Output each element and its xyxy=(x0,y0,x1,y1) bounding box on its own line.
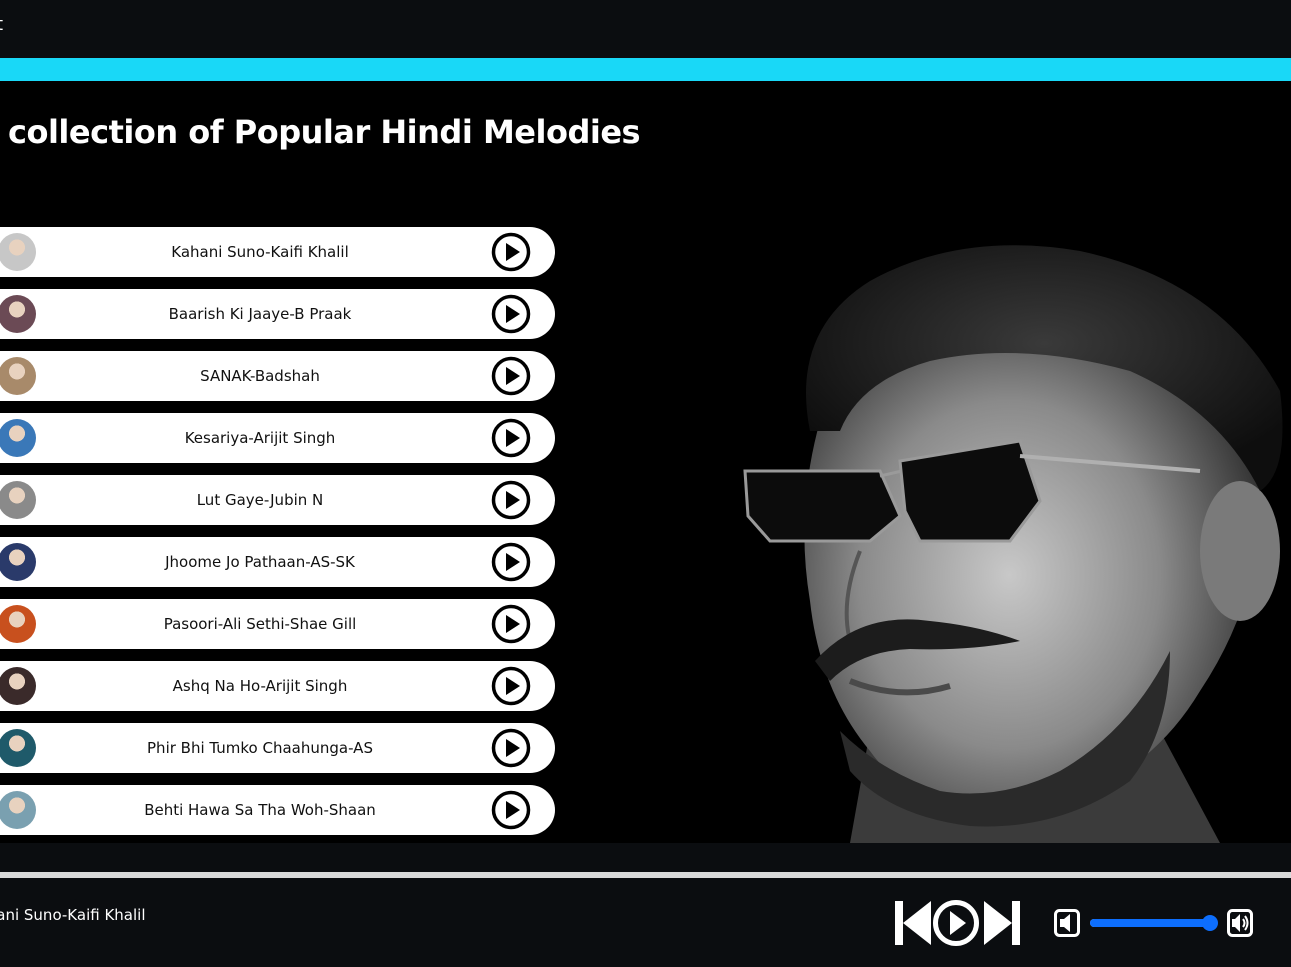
song-name: Baarish Ki Jaaye-B Praak xyxy=(168,305,352,323)
song-item[interactable]: Jhoome Jo Pathaan-AS-SK xyxy=(0,537,555,587)
song-avatar xyxy=(0,543,36,581)
song-avatar xyxy=(0,667,36,705)
play-circle-icon[interactable] xyxy=(491,356,531,396)
play-circle-icon[interactable] xyxy=(491,790,531,830)
song-item[interactable]: Lut Gaye-Jubin N xyxy=(0,475,555,525)
navbar-brand[interactable]: t xyxy=(0,14,3,35)
volume-thumb[interactable] xyxy=(1201,915,1218,931)
skip-next-icon[interactable] xyxy=(984,901,1020,945)
now-playing-title: Kahani Suno-Kaifi Khalil xyxy=(0,906,146,924)
main-content: collection of Popular Hindi Melodies Kah… xyxy=(0,81,1291,843)
song-item[interactable]: Ashq Na Ho-Arijit Singh xyxy=(0,661,555,711)
song-avatar xyxy=(0,729,36,767)
song-name: Jhoome Jo Pathaan-AS-SK xyxy=(165,553,355,571)
song-name: SANAK-Badshah xyxy=(200,367,320,385)
play-circle-icon[interactable] xyxy=(491,294,531,334)
song-item[interactable]: Phir Bhi Tumko Chaahunga-AS xyxy=(0,723,555,773)
song-name: Behti Hawa Sa Tha Woh-Shaan xyxy=(144,801,376,819)
song-item[interactable]: Pasoori-Ali Sethi-Shae Gill xyxy=(0,599,555,649)
song-name: Kesariya-Arijit Singh xyxy=(184,429,336,447)
play-circle-icon[interactable] xyxy=(491,666,531,706)
song-avatar xyxy=(0,481,36,519)
accent-bar xyxy=(0,58,1291,81)
artist-portrait xyxy=(743,245,1283,843)
song-name: Kahani Suno-Kaifi Khalil xyxy=(171,243,349,261)
player-bar: Kahani Suno-Kaifi Khalil xyxy=(0,878,1291,967)
volume-slider[interactable] xyxy=(1090,915,1218,931)
play-circle-icon[interactable] xyxy=(491,542,531,582)
play-circle-icon[interactable] xyxy=(491,728,531,768)
song-name: Ashq Na Ho-Arijit Singh xyxy=(172,677,348,695)
song-item[interactable]: Behti Hawa Sa Tha Woh-Shaan xyxy=(0,785,555,835)
play-circle-icon[interactable] xyxy=(932,899,980,947)
song-item[interactable]: Kesariya-Arijit Singh xyxy=(0,413,555,463)
song-avatar xyxy=(0,295,36,333)
song-item[interactable]: Kahani Suno-Kaifi Khalil xyxy=(0,227,555,277)
volume-fill xyxy=(1090,919,1210,927)
volume-mute-icon[interactable] xyxy=(1054,909,1080,937)
song-name: Lut Gaye-Jubin N xyxy=(196,491,324,509)
song-avatar xyxy=(0,233,36,271)
volume-up-icon[interactable] xyxy=(1227,909,1253,937)
skip-previous-icon[interactable] xyxy=(895,901,931,945)
play-circle-icon[interactable] xyxy=(491,232,531,272)
song-name: Phir Bhi Tumko Chaahunga-AS xyxy=(147,739,373,757)
play-circle-icon[interactable] xyxy=(491,418,531,458)
page-title: collection of Popular Hindi Melodies xyxy=(8,113,641,151)
song-avatar xyxy=(0,419,36,457)
song-avatar xyxy=(0,605,36,643)
song-item[interactable]: Baarish Ki Jaaye-B Praak xyxy=(0,289,555,339)
song-item[interactable]: SANAK-Badshah xyxy=(0,351,555,401)
play-circle-icon[interactable] xyxy=(491,480,531,520)
song-avatar xyxy=(0,357,36,395)
song-name: Pasoori-Ali Sethi-Shae Gill xyxy=(163,615,357,633)
top-navbar: t xyxy=(0,0,1291,58)
play-circle-icon[interactable] xyxy=(491,604,531,644)
song-avatar xyxy=(0,791,36,829)
